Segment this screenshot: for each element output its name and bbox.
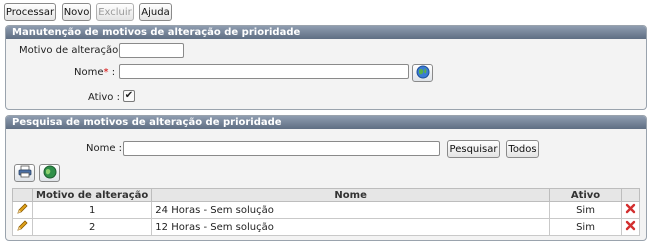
search-panel: Pesquisa de motivos de alteração de prio… <box>5 115 647 241</box>
maintenance-panel-title: Manutenção de motivos de alteração de pr… <box>6 26 646 39</box>
globe-icon <box>416 65 430 82</box>
pencil-icon[interactable] <box>16 203 29 218</box>
delete-x-icon[interactable] <box>625 203 636 217</box>
col-edit-header <box>12 188 33 202</box>
motivo-cell: 1 <box>31 201 153 219</box>
edit-cell[interactable] <box>12 201 33 219</box>
globe-search-button[interactable] <box>39 164 60 182</box>
ativo-label: Ativo : <box>88 92 120 103</box>
table-row: 1 24 Horas - Sem solução Sim <box>12 201 640 219</box>
nome-label-colon: : <box>111 67 116 78</box>
excluir-button[interactable]: Excluir <box>96 3 134 21</box>
ativo-checkbox[interactable]: ✔ <box>123 90 135 102</box>
col-delete-header <box>621 188 640 202</box>
delete-x-icon[interactable] <box>625 220 636 234</box>
motivo-cell: 2 <box>31 218 153 236</box>
table-header-row: Motivo de alteração Nome Ativo <box>12 188 640 202</box>
nome-label-text: Nome <box>74 67 104 78</box>
novo-button[interactable]: Novo <box>62 3 91 21</box>
required-marker: * <box>103 67 109 78</box>
nome-cell: 12 Horas - Sem solução <box>151 218 550 236</box>
search-nome-label: Nome : <box>86 143 123 154</box>
ativo-cell: Sim <box>549 218 622 236</box>
ativo-cell: Sim <box>549 201 622 219</box>
globe-button[interactable] <box>412 64 433 82</box>
print-icon <box>18 165 32 181</box>
pesquisar-button[interactable]: Pesquisar <box>447 140 500 158</box>
nome-label: Nome* : <box>74 67 115 78</box>
col-ativo-header[interactable]: Ativo <box>549 188 622 202</box>
table-row: 2 12 Horas - Sem solução Sim <box>12 218 640 236</box>
motivo-input[interactable] <box>119 43 184 58</box>
processar-button[interactable]: Processar <box>4 3 56 21</box>
globe-icon <box>43 165 57 182</box>
maintenance-panel: Manutenção de motivos de alteração de pr… <box>5 25 647 110</box>
nome-cell: 24 Horas - Sem solução <box>151 201 550 219</box>
todos-button[interactable]: Todos <box>506 140 539 158</box>
results-table: Motivo de alteração Nome Ativo 1 24 Hora… <box>12 188 640 236</box>
edit-cell[interactable] <box>12 218 33 236</box>
ajuda-button[interactable]: Ajuda <box>139 3 172 21</box>
print-button[interactable] <box>14 164 35 182</box>
search-panel-title: Pesquisa de motivos de alteração de prio… <box>6 116 646 129</box>
col-motivo-header[interactable]: Motivo de alteração <box>31 188 153 202</box>
col-nome-header[interactable]: Nome <box>151 188 550 202</box>
search-nome-input[interactable] <box>123 141 440 156</box>
pencil-icon[interactable] <box>16 220 29 235</box>
delete-cell[interactable] <box>621 201 640 219</box>
motivo-label: Motivo de alteração : <box>19 45 125 56</box>
nome-input[interactable] <box>119 64 409 79</box>
delete-cell[interactable] <box>621 218 640 236</box>
